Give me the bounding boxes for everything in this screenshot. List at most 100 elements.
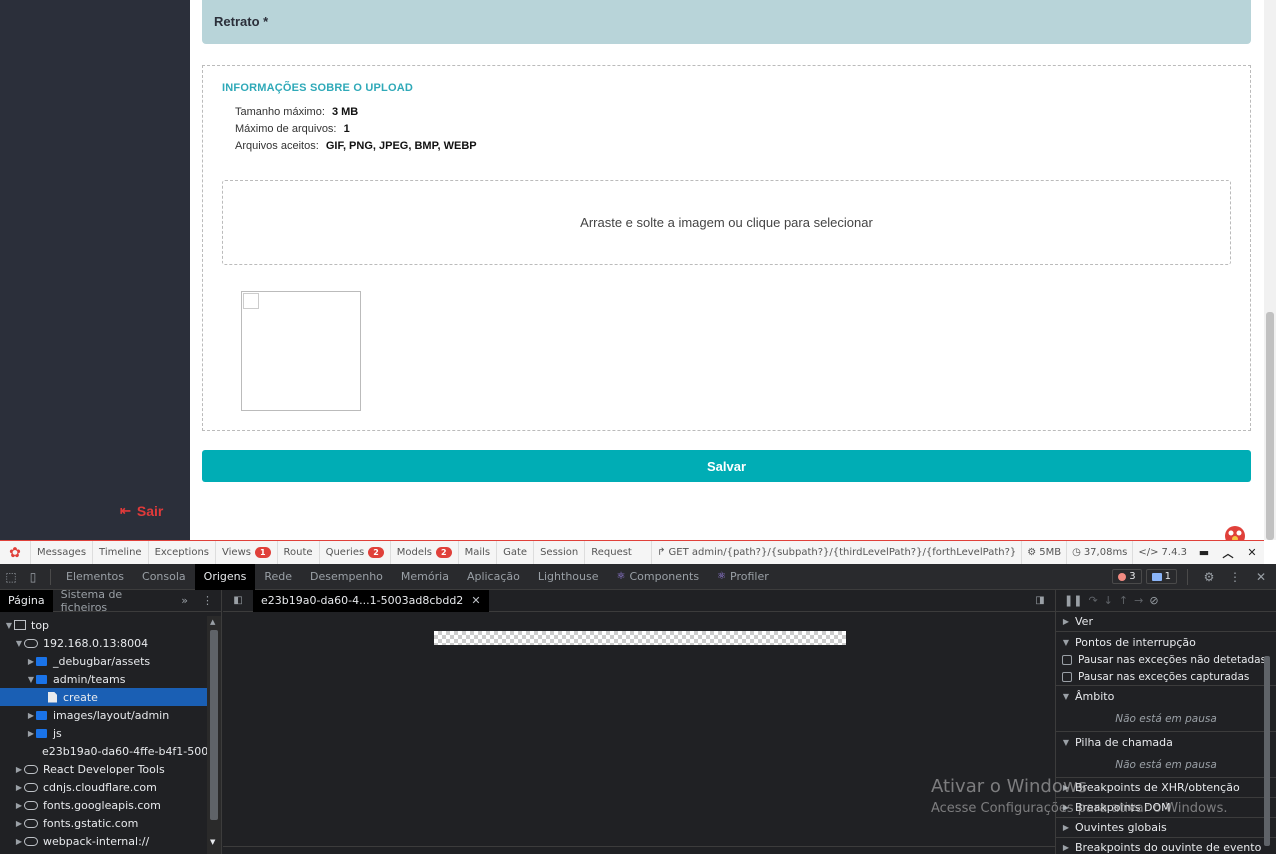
tree-item-webpack[interactable]: ▶ webpack-internal://: [0, 832, 207, 850]
max-files-info: Máximo de arquivos: 1: [235, 123, 350, 135]
tree-item-gstatic[interactable]: ▶ fonts.gstatic.com: [0, 814, 207, 832]
nav-tab-pagina[interactable]: Página: [0, 589, 53, 612]
admin-sidebar: ⇤ Sair: [0, 0, 190, 540]
file-icon: [48, 691, 57, 703]
debugbar-tab-messages[interactable]: Messages: [30, 541, 92, 564]
inspect-element-icon[interactable]: ⬚: [0, 564, 22, 590]
section-dom-breakpoints[interactable]: ▶ Breakpoints DOM: [1056, 798, 1276, 818]
section-ver[interactable]: ▶ Ver: [1056, 612, 1276, 632]
debugbar-tab-route[interactable]: Route: [276, 541, 319, 564]
debugbar-tab-gate[interactable]: Gate: [496, 541, 533, 564]
debugbar-tab-timeline[interactable]: Timeline: [92, 541, 148, 564]
tab-components[interactable]: ⚛ Components: [608, 564, 709, 590]
nav-tab-filesystem[interactable]: Sistema de ficheiros: [53, 588, 176, 614]
tab-profiler[interactable]: ⚛ Profiler: [708, 564, 778, 590]
step-out-icon[interactable]: ↑: [1119, 594, 1128, 607]
debugbar-tab-queries[interactable]: Queries 2: [318, 541, 390, 564]
close-icon[interactable]: ✕: [1240, 541, 1264, 564]
tab-rede[interactable]: Rede: [255, 564, 301, 590]
tree-item-uuid-file[interactable]: e23b19a0-da60-4ffe-b4f1-5003a: [0, 742, 207, 760]
tree-item-googleapis[interactable]: ▶ fonts.googleapis.com: [0, 796, 207, 814]
debugbar-tab-session[interactable]: Session: [533, 541, 584, 564]
cloud-icon: [24, 818, 38, 828]
settings-gear-icon[interactable]: ⚙: [1198, 564, 1220, 590]
step-icon[interactable]: →: [1134, 594, 1143, 607]
message-icon: [1151, 572, 1162, 581]
tree-item-create[interactable]: create: [0, 688, 207, 706]
tab-origens[interactable]: Origens: [194, 563, 256, 590]
device-toolbar-icon[interactable]: ▯: [22, 564, 44, 590]
toggle-debugger-icon[interactable]: ◨: [1025, 590, 1055, 612]
cloud-icon: [24, 800, 38, 810]
tab-aplicacao[interactable]: Aplicação: [458, 564, 529, 590]
tree-item-js[interactable]: ▶ js: [0, 724, 207, 742]
folder-icon: [36, 656, 47, 666]
chevron-up-icon[interactable]: ︿: [1216, 541, 1240, 564]
time-info: ◷ 37,08ms: [1066, 541, 1132, 564]
file-tree: ▼ top ▼ 192.168.0.13:8004 ▶ _debugbar/asset…: [0, 616, 207, 854]
section-breakpoints[interactable]: ▼ Pontos de interrupção: [1056, 632, 1276, 652]
tab-consola[interactable]: Consola: [133, 564, 195, 590]
tab-lighthouse[interactable]: Lighthouse: [529, 564, 608, 590]
navigator-menu-icon[interactable]: ⋮: [194, 594, 221, 607]
section-call-stack[interactable]: ▼ Pilha de chamada: [1056, 732, 1276, 752]
deactivate-breakpoints-icon[interactable]: ⊘: [1149, 594, 1158, 607]
tab-elementos[interactable]: Elementos: [57, 564, 133, 590]
toggle-navigator-icon[interactable]: ◧: [223, 590, 253, 612]
page-scrollbar[interactable]: [1264, 0, 1276, 540]
folder-icon: [36, 710, 47, 720]
close-tab-icon[interactable]: ✕: [471, 594, 480, 607]
react-icon: ⚛: [717, 571, 727, 582]
cloud-icon: [24, 764, 38, 774]
tree-item-host[interactable]: ▼ 192.168.0.13:8004: [0, 634, 207, 652]
more-tabs-icon[interactable]: »: [175, 594, 194, 607]
step-over-icon[interactable]: ↷: [1088, 594, 1097, 607]
scope-not-paused: Não está em pausa: [1056, 706, 1276, 732]
pause-caught-checkbox[interactable]: [1062, 671, 1072, 682]
close-devtools-icon[interactable]: ✕: [1250, 564, 1272, 590]
max-size-label: Tamanho máximo:: [235, 106, 325, 118]
route-info[interactable]: ↱ GET admin/{path?}/{subpath?}/{thirdLeve…: [651, 541, 1021, 564]
section-event-listener-breakpoints[interactable]: ▶ Breakpoints do ouvinte de evento: [1056, 838, 1276, 854]
more-options-icon[interactable]: ⋮: [1224, 564, 1246, 590]
navigator-scrollbar[interactable]: ▲ ▼: [207, 616, 221, 854]
views-count-badge: 1: [254, 547, 271, 558]
pause-icon[interactable]: ❚❚: [1064, 594, 1082, 607]
debugbar-tab-models[interactable]: Models 2: [389, 541, 458, 564]
debugbar-tab-views[interactable]: Views 1: [215, 541, 277, 564]
error-count-badge[interactable]: 3: [1112, 569, 1142, 584]
debugger-scrollbar[interactable]: [1262, 638, 1272, 854]
section-scope[interactable]: ▼ Âmbito: [1056, 686, 1276, 706]
folder-icon: [36, 728, 47, 738]
tree-item-react-devtools[interactable]: ▶ React Developer Tools: [0, 760, 207, 778]
debugbar-tab-request[interactable]: Request: [584, 541, 638, 564]
editor-file-tab[interactable]: e23b19a0-da60-4...1-5003ad8cbdd2 ✕: [253, 589, 489, 612]
tree-item-cdnjs[interactable]: ▶ cdnjs.cloudflare.com: [0, 778, 207, 796]
logout-link[interactable]: ⇤ Sair: [120, 503, 163, 519]
sources-editor: ◧ e23b19a0-da60-4...1-5003ad8cbdd2 ✕ ◨: [223, 589, 1055, 854]
pause-uncaught-checkbox[interactable]: [1062, 655, 1072, 665]
section-xhr-breakpoints[interactable]: ▶ Breakpoints de XHR/obtenção: [1056, 778, 1276, 798]
debugbar-tab-mails[interactable]: Mails: [457, 541, 497, 564]
cogs-icon: ⚙: [1027, 547, 1037, 558]
laravel-logo-icon[interactable]: ✿: [0, 541, 30, 564]
upload-info-title: INFORMAÇÕES SOBRE O UPLOAD: [222, 82, 413, 94]
step-into-icon[interactable]: ↓: [1104, 594, 1113, 607]
message-count-badge[interactable]: 1: [1145, 569, 1177, 584]
tab-memoria[interactable]: Memória: [392, 564, 458, 590]
tree-item-admin-teams[interactable]: ▼ admin/teams: [0, 670, 207, 688]
image-preview-checkerboard: [434, 631, 846, 645]
section-global-listeners[interactable]: ▶ Ouvintes globais: [1056, 818, 1276, 838]
save-button[interactable]: Salvar: [202, 450, 1251, 482]
error-icon: [1118, 572, 1127, 581]
tree-item-debugbar-assets[interactable]: ▶ _debugbar/assets: [0, 652, 207, 670]
tree-item-top[interactable]: ▼ top: [0, 616, 207, 634]
max-files-value: 1: [343, 123, 350, 135]
chrome-devtools: ⬚ ▯ Elementos Consola Origens Rede Desem…: [0, 563, 1276, 854]
debugbar-tab-exceptions[interactable]: Exceptions: [147, 541, 215, 564]
image-dropzone[interactable]: Arraste e solte a imagem ou clique para …: [222, 180, 1231, 265]
open-folder-icon[interactable]: ▬: [1192, 541, 1216, 564]
tree-item-images-layout-admin[interactable]: ▶ images/layout/admin: [0, 706, 207, 724]
tab-desempenho[interactable]: Desempenho: [301, 564, 392, 590]
upload-panel: INFORMAÇÕES SOBRE O UPLOAD Tamanho máxim…: [202, 65, 1251, 431]
